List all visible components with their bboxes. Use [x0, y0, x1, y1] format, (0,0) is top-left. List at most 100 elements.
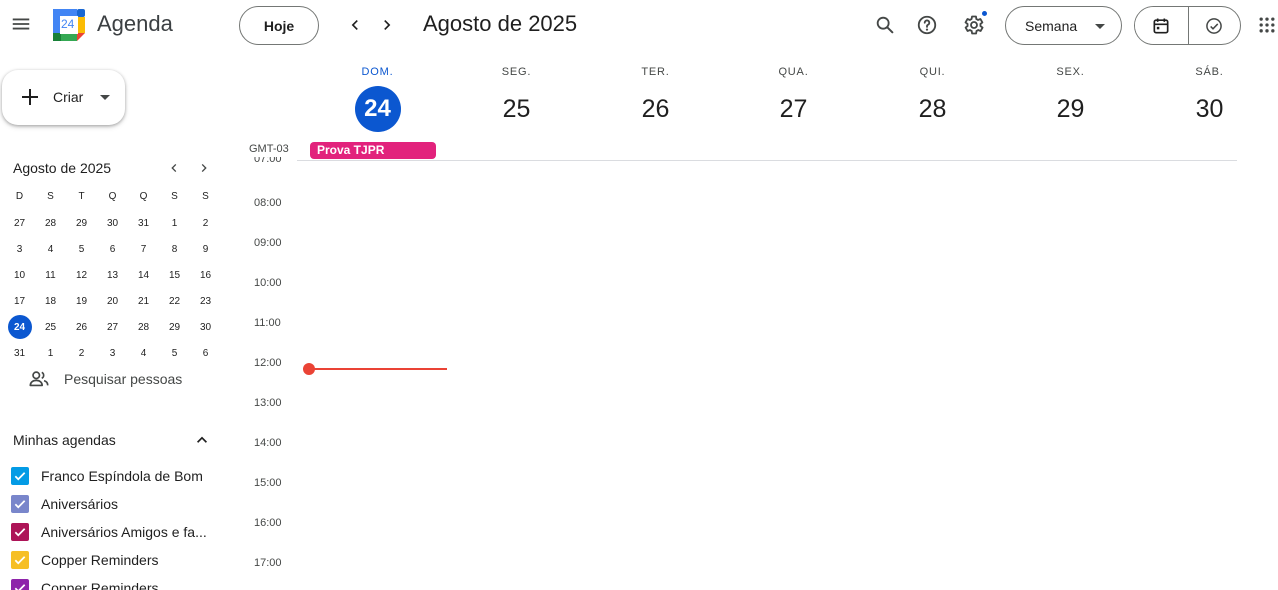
mini-calendar-day[interactable]: 1	[35, 340, 66, 366]
tasks-mode-button[interactable]	[1187, 7, 1241, 44]
mini-calendar-day[interactable]: 27	[97, 314, 128, 340]
calendar-checkbox[interactable]	[11, 551, 29, 569]
mini-calendar-prev-button[interactable]	[163, 157, 185, 179]
mini-calendar-day[interactable]: 29	[159, 314, 190, 340]
mini-calendar-day[interactable]: 4	[128, 340, 159, 366]
google-apps-button[interactable]	[1252, 8, 1278, 42]
mini-calendar-day-number: 18	[44, 295, 57, 307]
mini-calendar-day[interactable]: 3	[4, 236, 35, 262]
my-calendars-collapse-button[interactable]	[190, 428, 214, 452]
day-column-header[interactable]: SEX. 29	[1001, 66, 1140, 132]
chevron-left-icon	[351, 20, 358, 30]
mini-calendar-day[interactable]: 28	[35, 210, 66, 236]
mini-calendar-day[interactable]: 2	[190, 210, 221, 236]
mini-calendar-day[interactable]: 6	[97, 236, 128, 262]
mini-calendar-day-number: 16	[199, 269, 212, 281]
mini-calendar-day[interactable]: 8	[159, 236, 190, 262]
mini-calendar-day[interactable]: 6	[190, 340, 221, 366]
day-column-header[interactable]: SEG. 25	[447, 66, 586, 132]
mini-weekday-label: S	[202, 190, 209, 202]
mini-calendar-day[interactable]: 23	[190, 288, 221, 314]
mini-calendar-day[interactable]: 30	[97, 210, 128, 236]
day-column-header[interactable]: QUA. 27	[724, 66, 863, 132]
day-column-header[interactable]: DOM. 24	[308, 66, 447, 132]
mini-calendar-day[interactable]: 22	[159, 288, 190, 314]
all-day-event[interactable]: Prova TJPR	[310, 142, 436, 159]
mini-calendar-week-row: 24 25 26 27 28 29 30	[4, 314, 221, 340]
previous-period-button[interactable]	[340, 8, 370, 42]
hour-label: 16:00	[254, 517, 282, 529]
day-number[interactable]: 26	[633, 86, 679, 132]
mini-calendar-day[interactable]: 5	[66, 236, 97, 262]
today-button[interactable]: Hoje	[239, 6, 319, 45]
day-column-header[interactable]: QUI. 28	[863, 66, 1002, 132]
next-period-button[interactable]	[372, 8, 402, 42]
day-of-week-label: SEG.	[501, 66, 532, 78]
day-number[interactable]: 28	[910, 86, 956, 132]
calendar-list-item[interactable]: Aniversários Amigos e fa...	[11, 518, 221, 546]
search-button[interactable]	[869, 8, 901, 42]
day-column-header[interactable]: TER. 26	[586, 66, 725, 132]
timezone-label: GMT-03	[249, 143, 289, 155]
mini-calendar-day[interactable]: 2	[66, 340, 97, 366]
day-number[interactable]: 25	[494, 86, 540, 132]
mini-calendar-day[interactable]: 4	[35, 236, 66, 262]
chevron-right-icon	[384, 20, 391, 30]
calendar-list-item[interactable]: Aniversários	[11, 490, 221, 518]
calendar-icon	[1153, 18, 1169, 33]
mini-calendar-day-number: 23	[199, 295, 212, 307]
view-selector[interactable]: Semana	[1005, 6, 1122, 45]
mini-calendar-day[interactable]: 26	[66, 314, 97, 340]
mini-calendar-day[interactable]: 7	[128, 236, 159, 262]
day-column-header[interactable]: SÁB. 30	[1140, 66, 1278, 132]
calendar-checkbox[interactable]	[11, 523, 29, 541]
mini-calendar-day[interactable]: 30	[190, 314, 221, 340]
mini-calendar-day[interactable]: 20	[97, 288, 128, 314]
day-number[interactable]: 27	[771, 86, 817, 132]
mini-calendar-day[interactable]: 9	[190, 236, 221, 262]
help-button[interactable]	[910, 8, 944, 42]
mini-calendar-day[interactable]: 18	[35, 288, 66, 314]
mini-calendar-day[interactable]: 27	[4, 210, 35, 236]
mini-calendar-day[interactable]: 24	[4, 314, 35, 340]
mini-calendar-day[interactable]: 28	[128, 314, 159, 340]
mini-calendar-day[interactable]: 12	[66, 262, 97, 288]
mini-calendar-day[interactable]: 15	[159, 262, 190, 288]
people-search[interactable]: Pesquisar pessoas	[28, 368, 182, 390]
mini-calendar-day-number: 26	[75, 321, 88, 333]
day-number[interactable]: 30	[1187, 86, 1233, 132]
mini-calendar-day[interactable]: 1	[159, 210, 190, 236]
mini-calendar-next-button[interactable]	[193, 157, 215, 179]
day-number[interactable]: 24	[354, 86, 401, 132]
mini-calendar-day[interactable]: 31	[4, 340, 35, 366]
mini-calendar-day[interactable]: 19	[66, 288, 97, 314]
mini-calendar-day[interactable]: 10	[4, 262, 35, 288]
calendar-list-item[interactable]: Copper Reminders	[11, 546, 221, 574]
calendar-checkbox[interactable]	[11, 495, 29, 513]
mini-calendar-day[interactable]: 13	[97, 262, 128, 288]
mini-calendar-day[interactable]: 11	[35, 262, 66, 288]
calendar-checkbox[interactable]	[11, 579, 29, 590]
chevron-right-icon	[201, 164, 207, 172]
mini-calendar-day-number: 25	[44, 321, 57, 333]
mini-calendar-day[interactable]: 31	[128, 210, 159, 236]
calendar-list-item[interactable]: Copper Reminders	[11, 574, 221, 590]
calendar-mode-button[interactable]	[1135, 7, 1188, 44]
mini-calendar-day[interactable]: 29	[66, 210, 97, 236]
mini-calendar-day[interactable]: 14	[128, 262, 159, 288]
main-menu-button[interactable]	[4, 4, 38, 44]
mini-calendar-day[interactable]: 21	[128, 288, 159, 314]
mini-calendar-day[interactable]: 3	[97, 340, 128, 366]
day-number[interactable]: 29	[1048, 86, 1094, 132]
calendar-name: Aniversários Amigos e fa...	[41, 524, 207, 540]
mini-calendar-day[interactable]: 17	[4, 288, 35, 314]
mini-calendar-day[interactable]: 16	[190, 262, 221, 288]
mini-calendar-day[interactable]: 25	[35, 314, 66, 340]
hour-label: 15:00	[254, 477, 282, 489]
create-button[interactable]: Criar	[2, 70, 125, 125]
calendar-checkbox[interactable]	[11, 467, 29, 485]
mini-calendar-day[interactable]: 5	[159, 340, 190, 366]
create-button-label: Criar	[53, 89, 84, 105]
calendar-list-item[interactable]: Franco Espíndola de Bom	[11, 462, 221, 490]
mini-weekday-label: S	[171, 190, 178, 202]
